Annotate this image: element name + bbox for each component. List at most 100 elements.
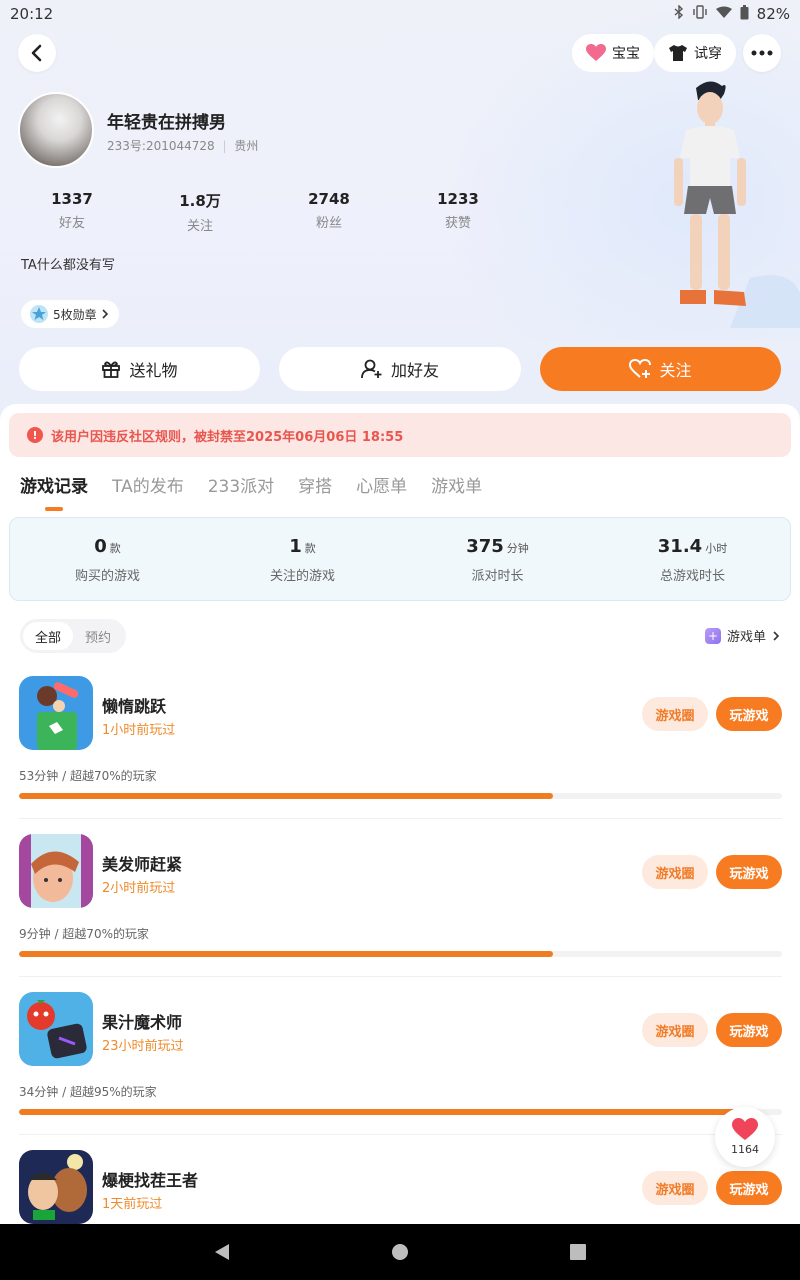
more-button[interactable] [743,34,781,72]
heart-icon [586,44,606,61]
separator: | [222,139,227,153]
ban-notice: ! 该用户因违反社区规则，被封禁至2025年06月06日 18:55 [9,413,791,457]
game-stats: 53分钟 / 超越70%的玩家 [19,769,157,783]
summary-party-time: 375 分钟 派对时长 [400,518,595,600]
send-gift-label: 送礼物 [129,361,178,380]
summary-value: 31.4 [657,536,703,557]
game-list-icon: + [704,627,721,644]
tab-game-lists[interactable]: 游戏单 [431,472,482,497]
play-game-button[interactable]: 玩游戏 [716,855,782,889]
baby-label: 宝宝 [612,46,640,62]
stat-label: 粉丝 [315,216,342,231]
summary-purchased: 0款 购买的游戏 [10,518,205,600]
game-icon[interactable] [19,676,93,750]
user-avatar[interactable] [18,92,94,168]
back-triangle-icon[interactable] [213,1242,231,1262]
wifi-icon [715,6,732,23]
stat-label: 获赞 [444,216,471,231]
send-gift-button[interactable]: 送礼物 [19,347,260,391]
play-game-button[interactable]: 玩游戏 [716,1013,782,1047]
stat-following[interactable]: 1.8万 关注 [155,190,245,234]
game-item[interactable]: 爆梗找茬王者 1天前玩过 游戏圈 玩游戏 [0,1150,800,1224]
game-summary: 0款 购买的游戏 1款 关注的游戏 375 分钟 派对时长 31.4 小时 总游戏时… [9,517,791,601]
home-circle-icon[interactable] [391,1243,409,1261]
profile-tabs: 游戏记录 TA的发布 233派对 穿搭 心愿单 游戏单 [20,472,506,497]
back-button[interactable] [18,34,56,72]
game-last-played: 23小时前玩过 [102,1039,184,1054]
recents-square-icon[interactable] [569,1243,587,1261]
baby-button[interactable]: 宝宝 [572,34,654,72]
follow-button[interactable]: 关注 [540,347,781,391]
game-circle-button[interactable]: 游戏圈 [642,1013,708,1047]
game-filter: 全部 预约 [20,619,127,653]
game-progress-bar [19,793,782,799]
tab-game-records[interactable]: 游戏记录 [20,472,88,497]
play-game-button[interactable]: 玩游戏 [716,697,782,731]
tab-posts[interactable]: TA的发布 [112,472,184,497]
user-location: 贵州 [234,139,259,153]
stat-value: 2748 [308,190,350,208]
game-icon[interactable] [19,992,93,1066]
game-progress-bar [19,951,782,957]
add-friend-label: 加好友 [390,361,439,380]
summary-unit: 款 [109,542,121,555]
gift-icon [102,361,121,378]
game-icon[interactable] [19,834,93,908]
summary-unit: 款 [304,542,316,555]
ban-notice-text: 该用户因违反社区规则，被封禁至2025年06月06日 18:55 [51,429,404,445]
vibrate-icon [692,5,708,23]
stat-friends[interactable]: 1337 好友 [27,190,117,231]
tshirt-icon [669,45,687,61]
game-circle-button[interactable]: 游戏圈 [642,697,708,731]
game-last-played: 1天前玩过 [102,1197,163,1212]
game-icon[interactable] [19,1150,93,1224]
username: 年轻贵在拼搏男 [107,113,226,133]
tab-outfits[interactable]: 穿搭 [298,472,332,497]
stat-likes[interactable]: 1233 获赞 [413,190,503,231]
status-time: 20:12 [10,5,54,23]
stat-fans[interactable]: 2748 粉丝 [284,190,374,231]
more-dots-icon [751,50,773,56]
filter-reserve[interactable]: 预约 [73,622,123,650]
summary-followed: 1款 关注的游戏 [205,518,400,600]
avatar-character-image[interactable] [650,78,800,333]
heart-icon [732,1118,758,1140]
stat-label: 好友 [58,216,85,231]
game-progress-bar [19,1109,782,1115]
badges-label: 5枚勋章 [53,307,97,322]
divider [19,818,782,819]
badges-button[interactable]: 5枚勋章 [21,300,119,328]
chevron-left-icon [31,44,42,62]
like-count: 1164 [731,1143,759,1156]
game-last-played: 2小时前玩过 [102,881,176,896]
tab-party[interactable]: 233派对 [208,472,274,497]
game-item[interactable]: 果汁魔术师 23小时前玩过 游戏圈 玩游戏 34分钟 / 超越95%的玩家 [0,992,800,1150]
play-game-button[interactable]: 玩游戏 [716,1171,782,1205]
summary-value: 375 [466,536,504,557]
game-item[interactable]: 美发师赶紧 2小时前玩过 游戏圈 玩游戏 9分钟 / 超越70%的玩家 [0,834,800,992]
tab-wishlist[interactable]: 心愿单 [356,472,407,497]
summary-label: 派对时长 [471,569,524,584]
game-list-link[interactable]: + 游戏单 [704,626,780,645]
game-circle-button[interactable]: 游戏圈 [642,1171,708,1205]
game-progress-fill [19,793,554,799]
battery-percent: 82% [756,5,790,23]
summary-unit: 小时 [705,542,728,555]
divider [19,1134,782,1135]
user-id: 233号:201044728 [107,139,215,153]
user-bio: TA什么都没有写 [21,258,115,273]
game-name: 懒惰跳跃 [102,697,167,716]
game-circle-button[interactable]: 游戏圈 [642,855,708,889]
like-floating-button[interactable]: 1164 [715,1107,775,1167]
add-friend-button[interactable]: 加好友 [279,347,521,391]
status-bar: 20:12 82% [0,0,800,28]
medal-icon [30,305,48,323]
filter-all[interactable]: 全部 [23,622,74,650]
game-item[interactable]: 懒惰跳跃 1小时前玩过 游戏圈 玩游戏 53分钟 / 超越70%的玩家 [0,676,800,834]
game-stats: 34分钟 / 超越95%的玩家 [19,1085,157,1099]
system-navigation-bar [0,1224,800,1280]
summary-total-time: 31.4 小时 总游戏时长 [595,518,790,600]
try-on-button[interactable]: 试穿 [654,34,736,72]
game-progress-fill [19,1109,744,1115]
game-last-played: 1小时前玩过 [102,723,176,738]
